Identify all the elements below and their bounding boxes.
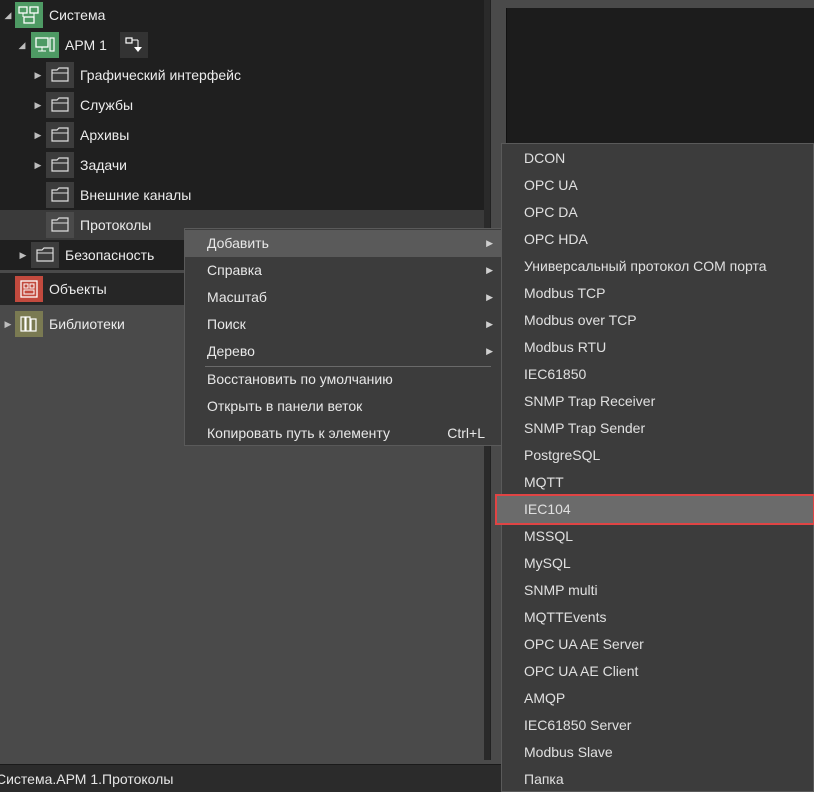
submenu-item[interactable]: SNMP Trap Sender — [502, 415, 813, 442]
folder-icon — [46, 182, 74, 208]
folder-icon — [46, 122, 74, 148]
tree-item-label: Архивы — [80, 127, 130, 143]
folder-icon — [46, 212, 74, 238]
chevron-right-icon: ▶ — [486, 346, 493, 356]
menu-item-tree[interactable]: Дерево ▶ — [185, 338, 501, 365]
chevron-right-icon: ▶ — [486, 238, 493, 248]
submenu-item[interactable]: OPC UA AE Server — [502, 631, 813, 658]
chevron-right-icon: ▶ — [486, 265, 493, 275]
menu-item-search[interactable]: Поиск ▶ — [185, 311, 501, 338]
menu-item-label: Справка — [207, 262, 262, 278]
collapse-arrow-icon[interactable]: ▶ — [33, 160, 43, 170]
submenu-item[interactable]: SNMP multi — [502, 577, 813, 604]
tree-item-label: Службы — [80, 97, 134, 113]
submenu-item[interactable]: Modbus TCP — [502, 280, 813, 307]
libraries-icon — [15, 311, 43, 337]
submenu-item-highlighted[interactable]: IEC104 — [495, 494, 814, 525]
submenu-item[interactable]: OPC HDA — [502, 226, 813, 253]
collapse-arrow-icon[interactable]: ▶ — [33, 100, 43, 110]
section-label: Библиотеки — [49, 316, 125, 332]
submenu-item[interactable]: PostgreSQL — [502, 442, 813, 469]
system-icon — [15, 2, 43, 28]
tree-item-services[interactable]: ▶ Службы — [0, 90, 484, 120]
submenu-item[interactable]: MQTT — [502, 469, 813, 496]
status-path: Система.АРМ 1.Протоколы — [0, 771, 174, 787]
menu-item-copy-path[interactable]: Копировать путь к элементу Ctrl+L — [185, 420, 501, 447]
folder-icon — [46, 62, 74, 88]
tree-item-gui[interactable]: ▶ Графический интерфейс — [0, 60, 484, 90]
collapse-arrow-icon[interactable]: ▶ — [33, 130, 43, 140]
tree-item-workstation[interactable]: ◢ АРМ 1 — [0, 30, 484, 60]
submenu-item[interactable]: MySQL — [502, 550, 813, 577]
context-menu: Добавить ▶ Справка ▶ Масштаб ▶ Поиск ▶ Д… — [184, 228, 502, 446]
menu-item-restore-default[interactable]: Восстановить по умолчанию — [185, 366, 501, 393]
menu-item-label: Дерево — [207, 343, 255, 359]
submenu-item[interactable]: Modbus Slave — [502, 739, 813, 766]
section-objects[interactable]: Объекты — [0, 273, 188, 305]
section-label: Объекты — [49, 281, 107, 297]
tree-item-label: Система — [49, 7, 106, 23]
objects-icon — [15, 276, 43, 302]
tree-item-archives[interactable]: ▶ Архивы — [0, 120, 484, 150]
submenu-item[interactable]: SNMP Trap Receiver — [502, 388, 813, 415]
submenu-item[interactable]: OPC UA — [502, 172, 813, 199]
tree-item-label: Протоколы — [80, 217, 152, 233]
menu-item-label: Открыть в панели веток — [207, 398, 363, 414]
chevron-right-icon: ▶ — [486, 319, 493, 329]
menu-shortcut: Ctrl+L — [447, 425, 485, 441]
menu-item-label: Масштаб — [207, 289, 267, 305]
workstation-icon — [31, 32, 59, 58]
submenu-item[interactable]: AMQP — [502, 685, 813, 712]
menu-item-label: Поиск — [207, 316, 246, 332]
tree-item-external-channels[interactable]: Внешние каналы — [0, 180, 484, 210]
menu-item-label: Копировать путь к элементу — [207, 425, 390, 441]
chevron-right-icon: ▶ — [486, 292, 493, 302]
route-icon[interactable] — [120, 32, 148, 58]
collapse-arrow-icon[interactable]: ▶ — [33, 70, 43, 80]
expand-arrow-icon[interactable]: ◢ — [3, 10, 13, 20]
collapse-arrow-icon[interactable]: ▶ — [18, 250, 28, 260]
menu-item-scale[interactable]: Масштаб ▶ — [185, 284, 501, 311]
submenu-item[interactable]: MQTTEvents — [502, 604, 813, 631]
add-submenu: DCON OPC UA OPC DA OPC HDA Универсальный… — [495, 143, 814, 792]
collapse-arrow-icon[interactable]: ▶ — [3, 319, 13, 329]
folder-icon — [46, 152, 74, 178]
submenu-item[interactable]: MSSQL — [502, 523, 813, 550]
submenu-item[interactable]: OPC DA — [502, 199, 813, 226]
submenu-item[interactable]: IEC61850 — [502, 361, 813, 388]
folder-icon — [31, 242, 59, 268]
tree-item-system[interactable]: ◢ Система — [0, 0, 484, 30]
submenu-item[interactable]: Папка — [502, 766, 813, 792]
submenu-item[interactable]: IEC61850 Server — [502, 712, 813, 739]
menu-item-label: Восстановить по умолчанию — [207, 371, 393, 387]
tree-item-label: Внешние каналы — [80, 187, 192, 203]
menu-item-label: Добавить — [207, 235, 269, 251]
tree-item-label: Задачи — [80, 157, 128, 173]
folder-icon — [46, 92, 74, 118]
menu-item-help[interactable]: Справка ▶ — [185, 257, 501, 284]
expand-arrow-icon[interactable]: ◢ — [17, 40, 27, 50]
submenu-item[interactable]: OPC UA AE Client — [502, 658, 813, 685]
menu-item-add[interactable]: Добавить ▶ — [185, 230, 501, 257]
section-libraries[interactable]: ▶ Библиотеки — [0, 308, 188, 340]
submenu-item[interactable]: Modbus RTU — [502, 334, 813, 361]
submenu-item[interactable]: DCON — [502, 145, 813, 172]
submenu-item[interactable]: Modbus over TCP — [502, 307, 813, 334]
menu-item-open-in-branch-panel[interactable]: Открыть в панели веток — [185, 393, 501, 420]
tree-item-label: Безопасность — [65, 247, 155, 263]
tree-item-label: АРМ 1 — [65, 37, 107, 53]
tree-item-tasks[interactable]: ▶ Задачи — [0, 150, 484, 180]
tree-item-label: Графический интерфейс — [80, 67, 241, 83]
submenu-item[interactable]: Универсальный протокол COM порта — [502, 253, 813, 280]
